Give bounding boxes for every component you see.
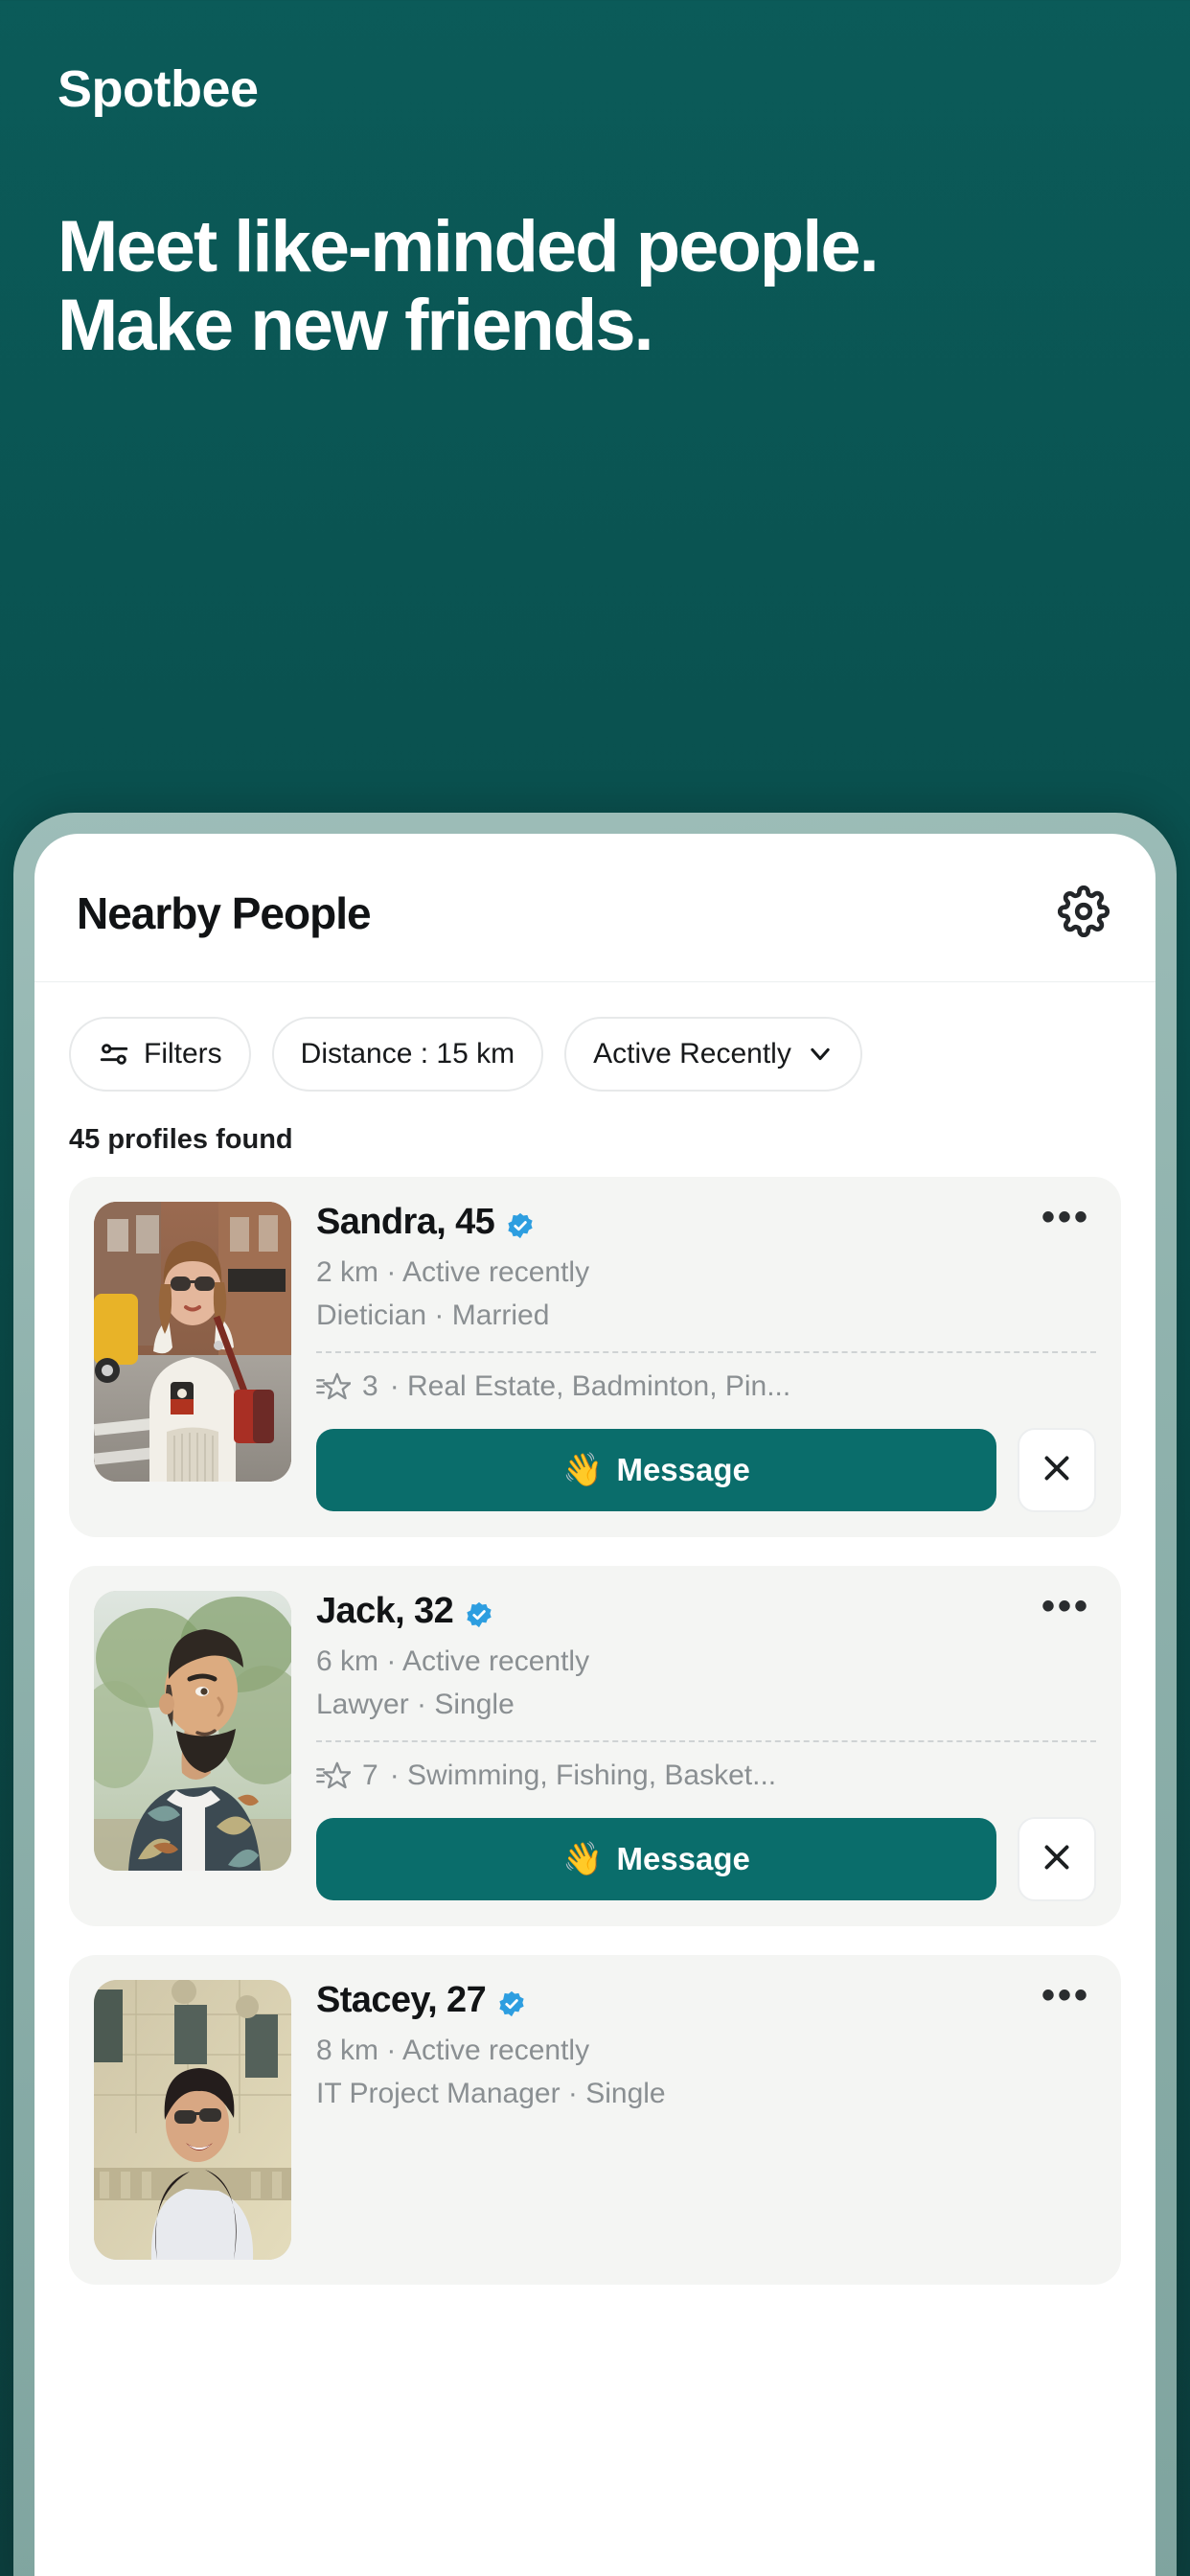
- close-icon: [1040, 1840, 1074, 1879]
- waving-hand-icon: 👋: [562, 1841, 604, 1877]
- more-dots-icon[interactable]: •••: [1036, 1976, 1096, 2018]
- profile-meta-job: IT Project Manager · Single: [316, 2078, 666, 2109]
- table-row[interactable]: Jack, 32 ••• 6 km · Active recently Lawy…: [69, 1566, 1121, 1926]
- dismiss-button[interactable]: [1018, 1428, 1096, 1512]
- table-row[interactable]: Stacey, 27 ••• 8 km · Active recently IT…: [69, 1955, 1121, 2285]
- phone-screen: Nearby People Filters Distance: 15 km A…: [34, 834, 1156, 2576]
- filters-chip-label: Filters: [144, 1038, 222, 1070]
- active-recently-chip[interactable]: Active Recently: [564, 1017, 862, 1092]
- gear-icon: [1057, 885, 1110, 942]
- message-button[interactable]: 👋 Message: [316, 1818, 996, 1900]
- profile-details: Jack, 32 ••• 6 km · Active recently Lawy…: [316, 1587, 1096, 1901]
- interests-count: 7: [362, 1760, 378, 1791]
- profile-meta-job: Lawyer · Single: [316, 1689, 515, 1720]
- brand-name: Spotbee: [57, 60, 259, 118]
- verified-badge-icon: [497, 1987, 526, 2016]
- profile-header-row: Jack, 32 •••: [316, 1587, 1096, 1632]
- waving-hand-icon: 👋: [562, 1452, 604, 1488]
- verified-badge-icon: [506, 1208, 535, 1238]
- more-dots-icon[interactable]: •••: [1036, 1198, 1096, 1240]
- page-title: Nearby People: [77, 888, 372, 938]
- interests-star-icon: [316, 1370, 352, 1403]
- profile-details: Sandra, 45 ••• 2 km · Active recently Di…: [316, 1198, 1096, 1512]
- profile-name-label: Jack, 32: [316, 1591, 454, 1631]
- profile-actions: 👋 Message: [316, 1817, 1096, 1901]
- profile-name: Jack, 32: [316, 1591, 493, 1632]
- profile-name: Sandra, 45: [316, 1202, 535, 1243]
- profile-interests: 7 · Swimming, Fishing, Basket...: [316, 1760, 1096, 1792]
- dismiss-button[interactable]: [1018, 1817, 1096, 1901]
- hero-headline: Meet like-minded people. Make new friend…: [57, 206, 880, 367]
- active-recently-chip-label: Active Recently: [593, 1038, 791, 1070]
- profile-meta-distance: 8 km · Active recently: [316, 2035, 590, 2066]
- avatar[interactable]: [94, 1980, 291, 2260]
- settings-button[interactable]: [1054, 884, 1113, 943]
- profile-name-label: Sandra, 45: [316, 1202, 495, 1242]
- divider: [316, 1740, 1096, 1742]
- close-icon: [1040, 1451, 1074, 1490]
- distance-chip-label: Distance : 15 km: [300, 1038, 515, 1070]
- interests-star-icon: [316, 1760, 352, 1792]
- avatar[interactable]: [94, 1591, 291, 1871]
- sliders-icon: [98, 1038, 130, 1070]
- profile-name-label: Stacey, 27: [316, 1980, 487, 2020]
- table-row[interactable]: Sandra, 45 ••• 2 km · Active recently Di…: [69, 1177, 1121, 1537]
- profile-meta-distance: 2 km · Active recently: [316, 1256, 590, 1288]
- hero-section: Spotbee Meet like-minded people. Make ne…: [0, 0, 1190, 366]
- distance-chip[interactable]: Distance : 15 km: [271, 1017, 544, 1092]
- app-header: Nearby People: [34, 834, 1156, 982]
- profile-list: Sandra, 45 ••• 2 km · Active recently Di…: [34, 1177, 1156, 2285]
- profile-details: Stacey, 27 ••• 8 km · Active recently IT…: [316, 1976, 1096, 2260]
- filters-chip[interactable]: Filters: [69, 1017, 251, 1092]
- phone-frame: Nearby People Filters Distance: 15 km A…: [13, 813, 1177, 2576]
- interests-list: · Real Estate, Badminton, Pin...: [389, 1370, 791, 1402]
- profile-name: Stacey, 27: [316, 1980, 526, 2021]
- chevron-down-icon: [807, 1041, 834, 1068]
- more-dots-icon[interactable]: •••: [1036, 1587, 1096, 1629]
- interests-count: 3: [362, 1370, 378, 1402]
- profile-interests: 3 · Real Estate, Badminton, Pin...: [316, 1370, 1096, 1403]
- verified-badge-icon: [465, 1598, 493, 1627]
- profile-meta-job: Dietician · Married: [316, 1300, 550, 1331]
- filter-chip-row: Filters Distance : 15 km Active Recently: [34, 982, 1156, 1092]
- profile-header-row: Sandra, 45 •••: [316, 1198, 1096, 1243]
- profile-header-row: Stacey, 27 •••: [316, 1976, 1096, 2021]
- avatar[interactable]: [94, 1202, 291, 1482]
- profile-meta-distance: 6 km · Active recently: [316, 1645, 590, 1677]
- message-button[interactable]: 👋 Message: [316, 1429, 996, 1511]
- results-count: 45 profiles found: [69, 1124, 293, 1155]
- message-button-label: Message: [616, 1841, 750, 1876]
- divider: [316, 1351, 1096, 1353]
- message-button-label: Message: [616, 1452, 750, 1487]
- interests-list: · Swimming, Fishing, Basket...: [389, 1760, 777, 1791]
- profile-actions: 👋 Message: [316, 1428, 1096, 1512]
